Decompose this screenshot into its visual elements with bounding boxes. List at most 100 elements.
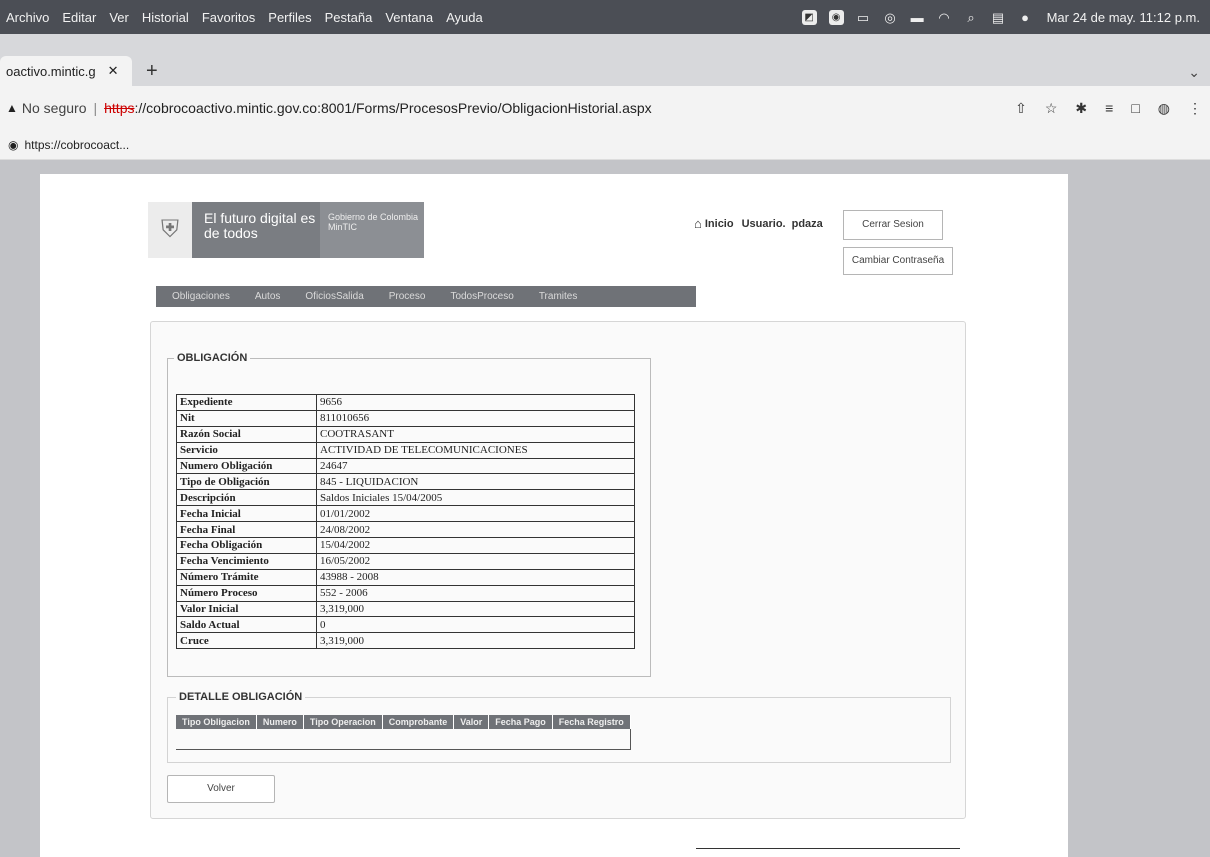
page-viewport: ⛨ El futuro digital es de todos Gobierno… bbox=[0, 160, 1210, 857]
more-menu-icon[interactable]: ⋮ bbox=[1188, 100, 1202, 117]
detalle-column-header[interactable]: Fecha Pago bbox=[488, 715, 553, 729]
wifi-icon[interactable]: ◠ bbox=[937, 10, 952, 25]
obligacion-field-value: 15/04/2002 bbox=[316, 537, 635, 554]
nav-autos[interactable]: Autos bbox=[255, 291, 281, 302]
detalle-column-header[interactable]: Fecha Registro bbox=[552, 715, 631, 729]
status-area: ◩ ◉ ▭ ◎ ▬ ◠ ⌕ ▤ ● Mar 24 de may. 11:12 p… bbox=[790, 0, 1200, 34]
detalle-empty-cell bbox=[176, 729, 257, 750]
tab-search-chevron-icon[interactable]: ⌄ bbox=[1188, 64, 1200, 81]
page-body: ⛨ El futuro digital es de todos Gobierno… bbox=[40, 174, 1068, 857]
profile-icon[interactable]: ◍ bbox=[1158, 100, 1170, 117]
bookmark-star-icon[interactable]: ☆ bbox=[1045, 100, 1058, 117]
menu-perfiles[interactable]: Perfiles bbox=[268, 10, 311, 25]
obligacion-field-value: 552 - 2006 bbox=[316, 584, 635, 602]
obligacion-field-label: Tipo de Obligación bbox=[176, 473, 317, 491]
obligacion-row: Número Proceso 552 - 2006 bbox=[176, 584, 635, 602]
user-bar: ⌂ Inicio Usuario. pdaza bbox=[694, 216, 823, 231]
not-secure-label[interactable]: No seguro bbox=[22, 100, 87, 116]
detalle-legend: DETALLE OBLIGACIÓN bbox=[179, 691, 303, 703]
address-bar[interactable]: ▲ No seguro | https://cobrocoactivo.mint… bbox=[0, 86, 1210, 130]
menu-archivo[interactable]: Archivo bbox=[6, 10, 49, 25]
nav-tramites[interactable]: Tramites bbox=[539, 291, 578, 302]
menu-pestana[interactable]: Pestaña bbox=[325, 10, 373, 25]
battery-icon[interactable]: ▬ bbox=[910, 10, 925, 25]
browser-toolbar: ⇧ ☆ ✱ ≡ □ ◍ ⋮ bbox=[997, 86, 1202, 130]
obligacion-field-value: 01/01/2002 bbox=[316, 505, 635, 523]
obligacion-row: Tipo de Obligación 845 - LIQUIDACION bbox=[176, 473, 635, 491]
obligacion-legend: OBLIGACIÓN bbox=[177, 352, 248, 364]
detalle-empty-cell bbox=[488, 729, 553, 750]
obligacion-row: Número Trámite 43988 - 2008 bbox=[176, 568, 635, 586]
logout-button[interactable]: Cerrar Sesion bbox=[843, 210, 943, 240]
menu-historial[interactable]: Historial bbox=[142, 10, 189, 25]
detalle-column-header[interactable]: Comprobante bbox=[382, 715, 455, 729]
obligacion-field-value: 811010656 bbox=[316, 409, 635, 427]
obligacion-row: Valor Inicial 3,319,000 bbox=[176, 600, 635, 618]
obligacion-field-value: 9656 bbox=[316, 394, 635, 411]
new-tab-icon[interactable]: + bbox=[146, 60, 158, 83]
siri-icon[interactable]: ● bbox=[1018, 10, 1033, 25]
obligacion-field-value: COOTRASANT bbox=[316, 425, 635, 443]
obligacion-field-label: Servicio bbox=[176, 441, 317, 459]
home-link[interactable]: Inicio bbox=[705, 218, 734, 230]
bookmarks-bar: ◉ https://cobrocoact... bbox=[0, 130, 1210, 160]
change-password-button[interactable]: Cambiar Contraseña bbox=[843, 247, 953, 275]
site-logo[interactable]: ⛨ El futuro digital es de todos Gobierno… bbox=[148, 202, 424, 258]
obligacion-row: Saldo Actual 0 bbox=[176, 616, 635, 634]
gov-logo-text: Gobierno de Colombia MinTIC bbox=[320, 202, 424, 258]
obligacion-field-label: Razón Social bbox=[176, 425, 317, 443]
url-scheme: https bbox=[104, 100, 135, 116]
volver-button[interactable]: Volver bbox=[167, 775, 275, 803]
obligacion-field-value: 3,319,000 bbox=[316, 632, 635, 650]
control-center-icon[interactable]: ▤ bbox=[991, 10, 1006, 25]
obligacion-field-value: 0 bbox=[316, 616, 635, 634]
menu-favoritos[interactable]: Favoritos bbox=[202, 10, 255, 25]
obligacion-row: Fecha Final 24/08/2002 bbox=[176, 521, 635, 539]
share-icon[interactable]: ⇧ bbox=[1015, 100, 1027, 117]
menu-editar[interactable]: Editar bbox=[62, 10, 96, 25]
obligacion-field-label: Expediente bbox=[176, 394, 317, 411]
extensions-icon[interactable]: ✱ bbox=[1075, 100, 1087, 117]
nav-todos-proceso[interactable]: TodosProceso bbox=[450, 291, 513, 302]
obligacion-field-value: ACTIVIDAD DE TELECOMUNICACIONES bbox=[316, 441, 635, 459]
obligacion-field-label: Nit bbox=[176, 409, 317, 427]
reading-list-icon[interactable]: ≡ bbox=[1105, 100, 1113, 116]
detalle-column-header[interactable]: Tipo Operacion bbox=[303, 715, 383, 729]
screenshot-icon[interactable]: ◩ bbox=[801, 9, 817, 25]
detalle-empty-cell bbox=[552, 729, 631, 750]
obligacion-field-label: Fecha Obligación bbox=[176, 537, 317, 554]
keyboard-icon[interactable]: ▭ bbox=[856, 10, 871, 25]
obligacion-row: Razón Social COOTRASANT bbox=[176, 425, 635, 443]
detalle-column-header[interactable]: Numero bbox=[256, 715, 304, 729]
obligacion-row: Numero Obligación 24647 bbox=[176, 457, 635, 475]
nav-oficios-salida[interactable]: OficiosSalida bbox=[305, 291, 363, 302]
address-separator: | bbox=[93, 100, 98, 116]
obligacion-row: Fecha Vencimiento 16/05/2002 bbox=[176, 552, 635, 570]
search-icon[interactable]: ⌕ bbox=[964, 10, 979, 25]
menu-clock[interactable]: Mar 24 de may. 11:12 p.m. bbox=[1047, 10, 1200, 25]
nav-proceso[interactable]: Proceso bbox=[389, 291, 426, 302]
side-panel-icon[interactable]: □ bbox=[1131, 100, 1139, 116]
obligacion-field-value: 24/08/2002 bbox=[316, 521, 635, 539]
home-icon[interactable]: ⌂ bbox=[694, 216, 702, 231]
obligacion-field-label: Número Trámite bbox=[176, 568, 317, 586]
url-text[interactable]: https://cobrocoactivo.mintic.gov.co:8001… bbox=[104, 100, 652, 116]
menu-ayuda[interactable]: Ayuda bbox=[446, 10, 483, 25]
nav-obligaciones[interactable]: Obligaciones bbox=[172, 291, 230, 302]
bookmark-link[interactable]: https://cobrocoact... bbox=[24, 138, 129, 152]
menu-ver[interactable]: Ver bbox=[109, 10, 129, 25]
obligacion-field-value: Saldos Iniciales 15/04/2005 bbox=[316, 489, 635, 507]
warning-icon[interactable]: ▲ bbox=[6, 101, 18, 115]
browser-tab[interactable]: oactivo.mintic.g ✕ bbox=[0, 56, 132, 86]
detalle-column-header[interactable]: Valor bbox=[453, 715, 490, 729]
app-icon[interactable]: ◉ bbox=[828, 9, 844, 25]
user-switch-icon[interactable]: ◎ bbox=[883, 10, 898, 25]
menu-ventana[interactable]: Ventana bbox=[385, 10, 433, 25]
obligacion-row: Fecha Obligación 15/04/2002 bbox=[176, 537, 635, 554]
close-tab-icon[interactable]: ✕ bbox=[108, 63, 119, 79]
detalle-column-header[interactable]: Tipo Obligacion bbox=[176, 715, 257, 729]
page-divider-line bbox=[696, 848, 960, 849]
obligacion-row: Expediente 9656 bbox=[176, 394, 635, 411]
main-nav: Obligaciones Autos OficiosSalida Proceso… bbox=[156, 286, 696, 307]
obligacion-table: Expediente 9656 Nit 811010656 Razón Social CO… bbox=[176, 394, 635, 650]
